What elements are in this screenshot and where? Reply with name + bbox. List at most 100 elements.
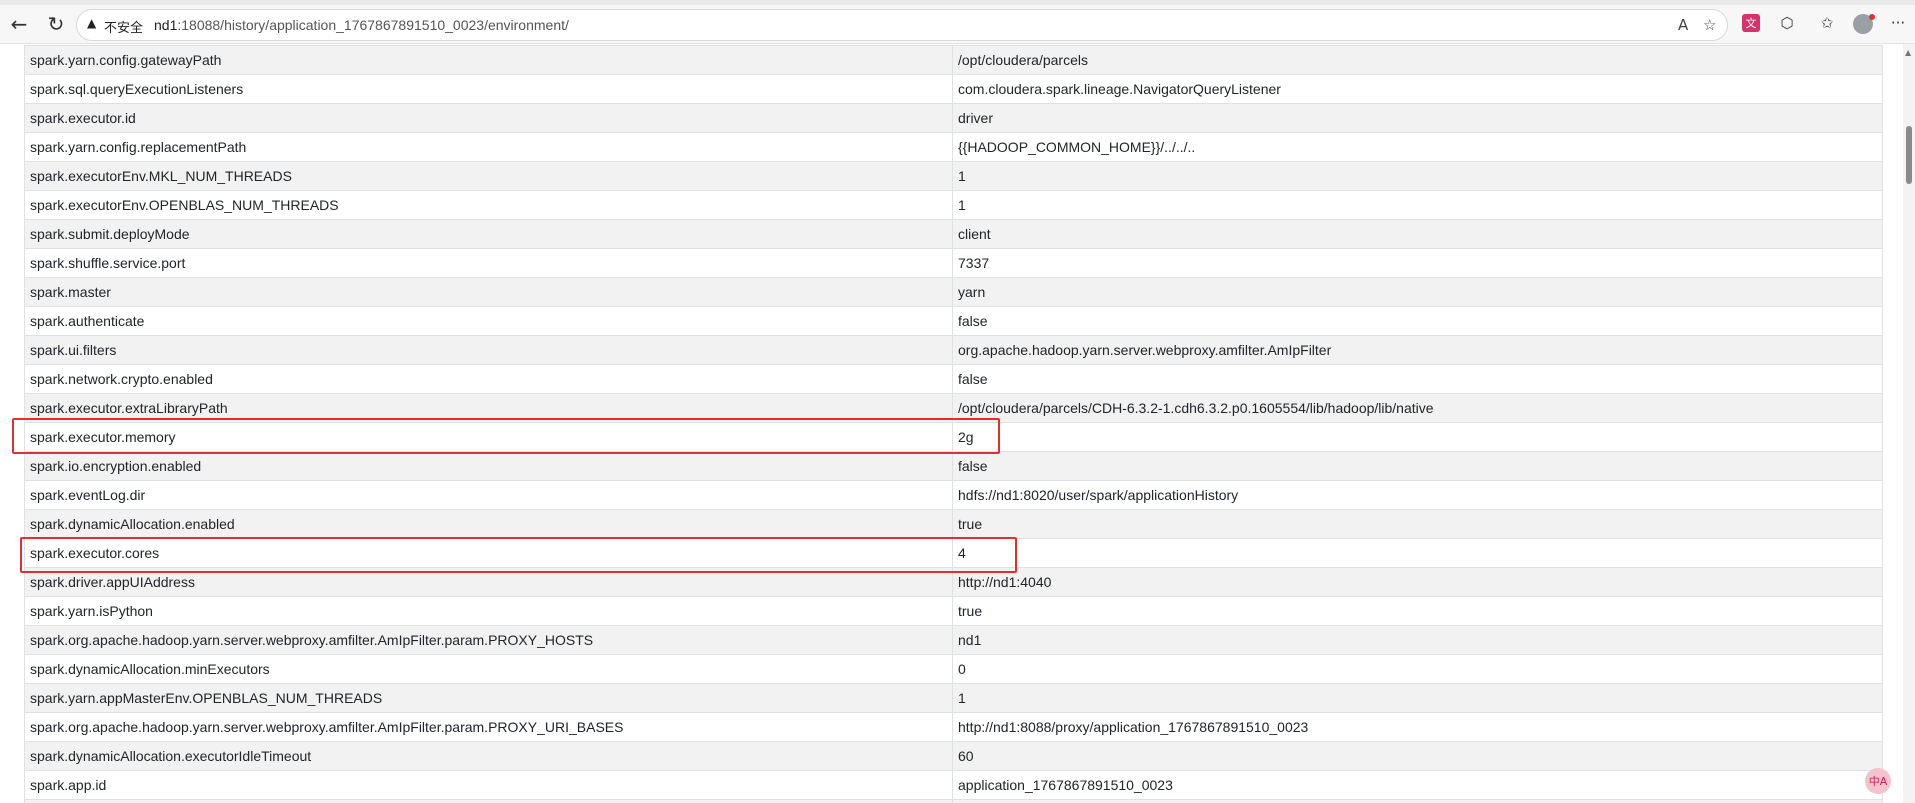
back-arrow-icon[interactable]: ← — [6, 11, 32, 37]
page-content: spark.yarn.config.gatewayPath/opt/cloude… — [0, 44, 1903, 803]
tab-strip — [0, 0, 1915, 5]
scroll-up-icon[interactable]: ▲ — [1905, 48, 1911, 57]
property-name-cell: spark.app.id — [24, 770, 953, 800]
property-name-cell: spark.executor.extraLibraryPath — [24, 393, 953, 423]
property-name-cell: spark.yarn.config.gatewayPath — [24, 45, 953, 75]
table-row: spark.yarn.config.gatewayPath/opt/cloude… — [24, 45, 1883, 75]
property-value-cell: false — [952, 451, 1883, 481]
property-name-cell: spark.executor.memory — [24, 422, 953, 452]
notification-dot — [1869, 14, 1875, 20]
table-row: spark.executor.cores 4 — [24, 538, 1883, 568]
property-value-cell: yarn — [952, 277, 1883, 307]
property-name-cell: spark.dynamicAllocation.executorIdleTime… — [24, 741, 953, 771]
property-value-cell: http://nd1:8088/proxy/application_176786… — [952, 712, 1883, 742]
property-name-cell: spark.driver.appUIAddress — [24, 567, 953, 597]
read-aloud-icon[interactable]: A — [1678, 16, 1688, 34]
property-value-cell: http://nd1:4040 — [952, 567, 1883, 597]
table-row: spark.executor.memory 2g — [24, 422, 1883, 452]
property-value-cell: hdfs://nd1:8020/user/spark/applicationHi… — [952, 480, 1883, 510]
property-name-cell: spark.submit.deployMode — [24, 219, 953, 249]
property-name-cell: spark.org.apache.hadoop.yarn.server.webp… — [24, 712, 953, 742]
property-value-cell: /opt/cloudera/parcels — [952, 45, 1883, 75]
property-name-cell: spark.yarn.config.replacementPath — [24, 132, 953, 162]
table-row: spark.eventLog.dir hdfs://nd1:8020/user/s… — [24, 480, 1883, 510]
table-row: spark.executorEnv.MKL_NUM_THREADS 1 — [24, 161, 1883, 191]
table-row: spark.driver.appUIAddress http://nd1:4040 — [24, 567, 1883, 597]
extensions-icon[interactable]: ⬡ — [1778, 14, 1796, 32]
property-value-cell: com.cloudera.spark.lineage.NavigatorQuer… — [952, 74, 1883, 104]
more-icon[interactable]: ··· — [1886, 14, 1910, 32]
property-name-cell — [24, 799, 953, 803]
scrollbar-thumb[interactable] — [1906, 126, 1912, 184]
property-name-cell: spark.executor.cores — [24, 538, 953, 568]
table-row: spark.network.crypto.enabled false — [24, 364, 1883, 394]
environment-properties-table: spark.yarn.config.gatewayPath/opt/cloude… — [24, 45, 1883, 803]
table-row: spark.org.apache.hadoop.yarn.server.webp… — [24, 625, 1883, 655]
property-name-cell: spark.executorEnv.OPENBLAS_NUM_THREADS — [24, 190, 953, 220]
property-value-cell: 1 — [952, 683, 1883, 713]
property-value-cell: true — [952, 596, 1883, 626]
property-value-cell — [952, 799, 1883, 803]
property-value-cell: 7337 — [952, 248, 1883, 278]
property-value-cell: 0 — [952, 654, 1883, 684]
table-row: spark.shuffle.service.port 7337 — [24, 248, 1883, 278]
table-row: spark.ui.filters org.apache.hadoop.yarn.s… — [24, 335, 1883, 365]
table-row: spark.dynamicAllocation.executorIdleTime… — [24, 741, 1883, 771]
property-name-cell: spark.yarn.isPython — [24, 596, 953, 626]
url-host: nd1 — [154, 17, 178, 33]
table-row: spark.org.apache.hadoop.yarn.server.webp… — [24, 712, 1883, 742]
properties-table-body: spark.yarn.config.gatewayPath/opt/cloude… — [24, 45, 1883, 803]
property-value-cell: false — [952, 306, 1883, 336]
table-row — [24, 799, 1883, 803]
table-row: spark.app.id application_1767867891510_00… — [24, 770, 1883, 800]
browser-toolbar: ← ↻ ▲ 不安全 nd1:18088/history/application_… — [0, 0, 1915, 44]
property-name-cell: spark.authenticate — [24, 306, 953, 336]
property-value-cell: 2g — [952, 422, 1883, 452]
property-value-cell: false — [952, 364, 1883, 394]
table-row: spark.yarn.config.replacementPath {{HADOO… — [24, 132, 1883, 162]
property-value-cell: client — [952, 219, 1883, 249]
table-row: spark.authenticate false — [24, 306, 1883, 336]
table-row: spark.submit.deployMode client — [24, 219, 1883, 249]
url-text[interactable]: nd1:18088/history/application_1767867891… — [154, 17, 569, 33]
property-name-cell: spark.executor.id — [24, 103, 953, 133]
property-name-cell: spark.shuffle.service.port — [24, 248, 953, 278]
refresh-icon[interactable]: ↻ — [43, 11, 69, 37]
table-row: spark.sql.queryExecutionListeners com.clo… — [24, 74, 1883, 104]
table-row: spark.executor.id driver — [24, 103, 1883, 133]
property-name-cell: spark.io.encryption.enabled — [24, 451, 953, 481]
property-value-cell: org.apache.hadoop.yarn.server.webproxy.a… — [952, 335, 1883, 365]
table-row: spark.master yarn — [24, 277, 1883, 307]
table-row: spark.io.encryption.enabled false — [24, 451, 1883, 481]
table-row: spark.yarn.isPython true — [24, 596, 1883, 626]
table-row: spark.executorEnv.OPENBLAS_NUM_THREADS 1 — [24, 190, 1883, 220]
vertical-scrollbar[interactable]: ▲ — [1903, 44, 1915, 803]
url-path: :18088/history/application_1767867891510… — [177, 17, 569, 33]
warning-icon[interactable]: ▲ — [87, 16, 96, 30]
property-value-cell: 1 — [952, 161, 1883, 191]
property-name-cell: spark.yarn.appMasterEnv.OPENBLAS_NUM_THR… — [24, 683, 953, 713]
property-name-cell: spark.org.apache.hadoop.yarn.server.webp… — [24, 625, 953, 655]
translate-icon[interactable]: 文 — [1742, 14, 1760, 32]
property-value-cell: nd1 — [952, 625, 1883, 655]
property-name-cell: spark.master — [24, 277, 953, 307]
property-value-cell: /opt/cloudera/parcels/CDH-6.3.2-1.cdh6.3… — [952, 393, 1883, 423]
property-name-cell: spark.dynamicAllocation.minExecutors — [24, 654, 953, 684]
star-icon[interactable]: ☆ — [1703, 16, 1716, 34]
property-name-cell: spark.executorEnv.MKL_NUM_THREADS — [24, 161, 953, 191]
security-label[interactable]: 不安全 — [104, 17, 143, 36]
translate-float-button[interactable]: 中A — [1865, 768, 1891, 794]
property-name-cell: spark.sql.queryExecutionListeners — [24, 74, 953, 104]
address-bar[interactable]: ▲ 不安全 nd1:18088/history/application_1767… — [76, 9, 1728, 41]
property-name-cell: spark.dynamicAllocation.enabled — [24, 509, 953, 539]
property-value-cell: driver — [952, 103, 1883, 133]
property-value-cell: true — [952, 509, 1883, 539]
property-name-cell: spark.ui.filters — [24, 335, 953, 365]
table-row: spark.executor.extraLibraryPath/opt/clou… — [24, 393, 1883, 423]
property-value-cell: application_1767867891510_0023 — [952, 770, 1883, 800]
table-row: spark.yarn.appMasterEnv.OPENBLAS_NUM_THR… — [24, 683, 1883, 713]
favorites-icon[interactable]: ✩ — [1818, 14, 1836, 32]
property-value-cell: 1 — [952, 190, 1883, 220]
table-row: spark.dynamicAllocation.minExecutors 0 — [24, 654, 1883, 684]
property-name-cell: spark.eventLog.dir — [24, 480, 953, 510]
